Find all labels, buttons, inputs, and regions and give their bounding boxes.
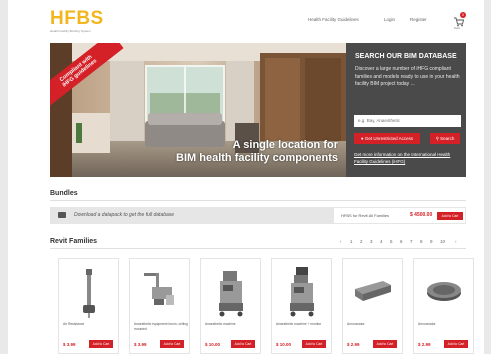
- product-name[interactable]: Annunciator: [418, 322, 472, 327]
- page-6[interactable]: 6: [400, 239, 403, 244]
- search-button[interactable]: ⚲ Search: [430, 133, 460, 144]
- page-9[interactable]: 9: [430, 239, 433, 244]
- page-8[interactable]: 8: [420, 239, 423, 244]
- page-3[interactable]: 3: [370, 239, 373, 244]
- product-card[interactable]: Anaesthetic machine $ 10.00 Add to Cart: [200, 258, 261, 354]
- search-icon: ⚲: [435, 136, 439, 141]
- nav-link-login[interactable]: Login: [384, 17, 395, 22]
- bundle-datapack-bar: Download a datapack to get the full data…: [50, 207, 333, 224]
- ihfg-info-link[interactable]: Get more information on the Internationa…: [354, 152, 464, 165]
- product-card[interactable]: Annunciator $ 2.99 Add to Cart: [342, 258, 403, 354]
- air-resistance-image: [83, 269, 95, 318]
- logo-tagline: Health Facility Briefing System: [50, 29, 91, 33]
- hfbs-logo[interactable]: HFBS: [50, 9, 104, 28]
- bim-search-panel: SEARCH OUR BIM DATABASE Discover a large…: [346, 43, 466, 177]
- get-unrestricted-access-button[interactable]: ● Get Unrestricted Access: [354, 133, 420, 144]
- bundle-item: HFBS for Revit All Families $ 4500.00 Ad…: [333, 207, 466, 224]
- add-to-cart-button[interactable]: Add to Cart: [444, 340, 468, 348]
- anaesthetic-machine-monitor-image: [290, 267, 314, 317]
- product-name[interactable]: Annunciator: [347, 322, 401, 327]
- annunciator-round-image: [427, 282, 461, 301]
- add-to-cart-button[interactable]: Add to Cart: [160, 340, 184, 348]
- product-card[interactable]: Annunciator $ 2.99 Add to Cart: [413, 258, 474, 354]
- product-price: $ 10.00: [205, 342, 221, 347]
- product-name[interactable]: Anaesthetic machine + monitor: [276, 322, 330, 327]
- product-name[interactable]: Air Resistance: [63, 322, 117, 327]
- anaesthetic-machine-image: [219, 271, 243, 317]
- bundles-divider: [50, 200, 466, 201]
- add-to-cart-button[interactable]: Add to Cart: [89, 340, 113, 348]
- product-card[interactable]: Anaesthetic machine + monitor $ 10.00 Ad…: [271, 258, 332, 354]
- page-5[interactable]: 5: [390, 239, 393, 244]
- product-name[interactable]: Anaesthetic machine: [205, 322, 259, 327]
- page-2[interactable]: 2: [360, 239, 363, 244]
- bim-search-input[interactable]: [354, 115, 461, 127]
- product-price: $ 2.99: [418, 342, 431, 347]
- product-card[interactable]: Air Resistance $ 3.99 Add to Cart: [58, 258, 119, 354]
- nav-link-guidelines[interactable]: Health Facility Guidelines: [308, 17, 359, 22]
- product-price: $ 3.99: [63, 342, 76, 347]
- revit-families-heading: Revit Families: [50, 238, 98, 245]
- revit-divider: [50, 248, 466, 249]
- product-name[interactable]: Anaesthetic equipment boom, ceiling moun…: [134, 322, 188, 331]
- page-7[interactable]: 7: [410, 239, 413, 244]
- folder-icon: [58, 212, 66, 218]
- page: HFBS Health Facility Briefing System Hea…: [8, 0, 484, 354]
- pagination: ‹ 1 2 3 4 5 6 7 8 9 10 ›: [340, 239, 466, 247]
- site-header: HFBS Health Facility Briefing System Hea…: [8, 0, 484, 40]
- search-button-label: Search: [440, 136, 455, 141]
- product-card[interactable]: Anaesthetic equipment boom, ceiling moun…: [129, 258, 190, 354]
- bundle-add-to-cart-button[interactable]: Add to Cart: [437, 212, 463, 220]
- search-panel-description: Discover a large number of iHFG complian…: [355, 66, 460, 87]
- page-1[interactable]: 1: [350, 239, 353, 244]
- get-unrestricted-access-label: Get Unrestricted Access: [364, 136, 414, 141]
- product-price: $ 2.99: [347, 342, 360, 347]
- bundle-price: $ 4500.00: [410, 212, 433, 218]
- bundle-name[interactable]: HFBS for Revit All Families: [341, 213, 389, 218]
- lock-icon: ●: [360, 136, 364, 141]
- hero-caption-line-1: A single location for: [232, 139, 338, 151]
- page-4[interactable]: 4: [380, 239, 383, 244]
- page-10[interactable]: 10: [440, 239, 445, 244]
- add-to-cart-button[interactable]: Add to Cart: [302, 340, 326, 348]
- bundles-heading: Bundles: [50, 190, 78, 197]
- product-price: $ 3.99: [134, 342, 147, 347]
- cart-count-badge: 0: [460, 12, 466, 18]
- add-to-cart-button[interactable]: Add to Cart: [231, 340, 255, 348]
- hero-banner: Compliant with iHFG guidelines A single …: [50, 43, 466, 177]
- anaesthetic-boom-image: [144, 273, 174, 305]
- annunciator-bar-image: [355, 281, 391, 301]
- page-prev[interactable]: ‹: [340, 239, 342, 244]
- bundle-datapack-text: Download a datapack to get the full data…: [74, 212, 175, 218]
- search-panel-title: SEARCH OUR BIM DATABASE: [355, 53, 457, 60]
- nav-link-register[interactable]: Register: [410, 17, 427, 22]
- add-to-cart-button[interactable]: Add to Cart: [373, 340, 397, 348]
- page-next[interactable]: ›: [455, 239, 457, 244]
- cart-button[interactable]: 0 Cart: [454, 12, 466, 32]
- cart-label: Cart: [454, 26, 460, 30]
- product-price: $ 10.00: [276, 342, 292, 347]
- hero-caption-line-2: BIM health facility components: [176, 152, 338, 164]
